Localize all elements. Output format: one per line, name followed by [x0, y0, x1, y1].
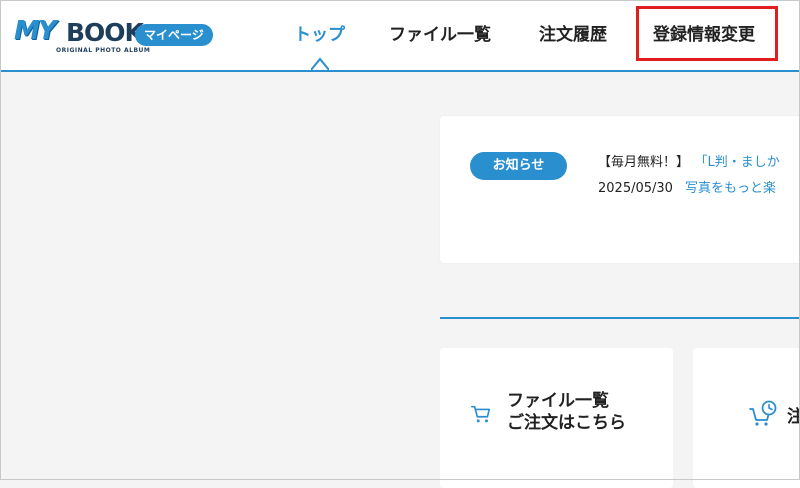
file-list-card-line2: ご注文はこちら: [507, 413, 626, 433]
site-header: MY BOOK ORIGINAL PHOTO ALBUM マイページ トップ フ…: [0, 0, 800, 72]
nav-top[interactable]: トップ: [294, 22, 345, 48]
section-divider: [440, 317, 800, 319]
nav-file-list[interactable]: ファイル一覧: [389, 22, 491, 48]
notice-tag: 【毎月無料！】: [598, 155, 690, 170]
notice-badge: お知らせ: [470, 152, 567, 180]
order-history-card-label: 注: [787, 407, 800, 427]
nav-order-history[interactable]: 注文履歴: [539, 22, 607, 48]
cart-icon: [471, 405, 491, 423]
notice-text: 【毎月無料！】 「L判・ましか 2025/05/30 写真をもっと楽: [598, 150, 800, 202]
highlight-annotation: [636, 6, 778, 61]
order-history-card[interactable]: 注: [693, 348, 800, 488]
file-list-card[interactable]: ファイル一覧 ご注文はこちら: [440, 348, 673, 488]
notice-summary-link[interactable]: 写真をもっと楽: [685, 181, 776, 196]
notice-date: 2025/05/30: [598, 181, 673, 196]
notice-card: お知らせ 【毎月無料！】 「L判・ましか 2025/05/30 写真をもっと楽: [440, 116, 800, 263]
notice-title-link[interactable]: 「L判・ましか: [701, 155, 780, 170]
cart-clock-icon: [749, 400, 777, 426]
file-list-card-label: ファイル一覧 ご注文はこちら: [507, 390, 626, 434]
active-nav-indicator-icon: [311, 57, 329, 70]
file-list-card-line1: ファイル一覧: [507, 391, 609, 411]
